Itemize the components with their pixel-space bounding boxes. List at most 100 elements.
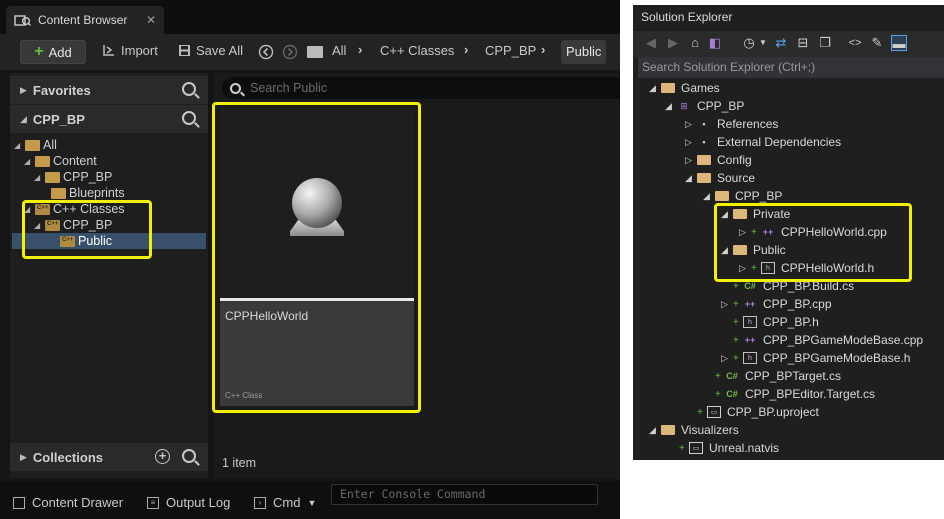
folder-icon — [35, 155, 50, 167]
breadcrumb-cpp-classes[interactable]: C++ Classes — [380, 43, 454, 58]
cpp-file-icon: ++ — [744, 299, 756, 309]
search-icon[interactable] — [182, 111, 196, 125]
expand-arrow-icon[interactable]: ▷ — [721, 353, 733, 364]
solution-tree-label: References — [717, 117, 779, 131]
solution-tree-item[interactable]: + C# CPP_BPEditor.Target.cs — [703, 385, 875, 403]
folder-icon — [697, 173, 711, 183]
collapse-all-icon[interactable]: ⊟ — [795, 35, 811, 51]
expand-arrow-icon: ◢ — [14, 140, 21, 150]
add-collection-icon[interactable]: + — [155, 449, 170, 464]
save-all-button[interactable]: Save All — [178, 43, 243, 58]
back-icon[interactable] — [258, 44, 274, 60]
expand-arrow-icon[interactable]: ◢ — [649, 83, 661, 94]
favorites-header[interactable]: ▶ Favorites — [10, 76, 208, 104]
expand-arrow-icon: ◢ — [24, 156, 31, 166]
back-icon[interactable]: ◀ — [643, 35, 659, 51]
solution-tree-item[interactable]: ◢ Visualizers — [649, 421, 739, 439]
chevron-down-icon[interactable]: ▼ — [755, 35, 771, 51]
search-icon[interactable] — [182, 82, 196, 96]
breadcrumb-public[interactable]: Public — [561, 40, 607, 64]
import-button[interactable]: Import — [102, 43, 158, 58]
solution-tree-item[interactable]: ◢ Source — [685, 169, 755, 187]
solution-tree-item[interactable]: ▷ ▪ External Dependencies — [685, 133, 841, 151]
breadcrumb-cpp-bp[interactable]: CPP_BP — [485, 43, 536, 58]
solution-tree-item[interactable]: ◢ Games — [649, 79, 720, 97]
expand-arrow-icon[interactable]: ▷ — [685, 137, 697, 148]
pending-add-icon: + — [733, 334, 739, 346]
add-button-label: Add — [48, 44, 72, 60]
terminal-icon: › — [254, 496, 266, 509]
code-view-icon[interactable]: <> — [847, 35, 863, 51]
show-all-files-icon[interactable]: ❐ — [817, 35, 833, 51]
solution-tree-label: CPP_BP.uproject — [727, 405, 819, 419]
close-icon[interactable]: ✕ — [146, 13, 156, 27]
breadcrumb-all[interactable]: All — [332, 43, 346, 58]
forward-icon[interactable]: ▶ — [665, 35, 681, 51]
content-drawer-button[interactable]: Content Drawer — [13, 495, 123, 510]
tab-content-browser[interactable]: Content Browser ✕ — [6, 6, 164, 34]
tree-item-blueprints[interactable]: Blueprints — [51, 185, 125, 201]
tree-label: Content — [53, 154, 97, 168]
solution-search-input[interactable]: Search Solution Explorer (Ctrl+;) — [638, 57, 944, 78]
solution-tree-item[interactable]: ◢ ⊞ CPP_BP — [665, 97, 744, 115]
references-icon: ▪ — [702, 137, 706, 147]
expand-arrow-icon[interactable]: ◢ — [649, 425, 661, 436]
properties-icon[interactable]: ✎ — [869, 35, 885, 51]
tree-item-content[interactable]: ◢ Content — [24, 153, 97, 169]
item-count: 1 item — [222, 456, 257, 470]
cmd-dropdown[interactable]: › Cmd ▼ — [254, 495, 316, 510]
expand-arrow-icon[interactable]: ▷ — [685, 155, 697, 166]
solution-tree-item[interactable]: + C# CPP_BPTarget.cs — [703, 367, 841, 385]
expand-arrow-icon[interactable]: ◢ — [703, 191, 715, 202]
solution-tree-item[interactable]: ▷ + ++ CPP_BP.cpp — [721, 295, 832, 313]
project-header[interactable]: ◢ CPP_BP — [10, 105, 208, 133]
solution-tree-item[interactable]: ▷ + h CPP_BPGameModeBase.h — [721, 349, 910, 367]
breadcrumb-separator-icon: › — [358, 42, 363, 57]
solution-tree-item[interactable]: + h CPP_BP.h — [721, 313, 819, 331]
solution-tree-item[interactable]: + ▭ CPP_BP.uproject — [685, 403, 819, 421]
vs-switch-view-icon[interactable]: ◧ — [707, 35, 723, 51]
solution-tree-item[interactable]: ▷ Config — [685, 151, 752, 169]
tree-item-cpp-bp-content[interactable]: ◢ CPP_BP — [34, 169, 112, 185]
tree-item-all[interactable]: ◢ All — [14, 137, 57, 153]
content-browser-window: Content Browser ✕ + Add Import Save All … — [0, 0, 620, 519]
search-icon[interactable] — [182, 449, 196, 463]
favorites-label: Favorites — [32, 82, 91, 98]
import-button-label: Import — [121, 43, 158, 58]
expand-arrow-icon[interactable]: ▷ — [721, 299, 733, 310]
solution-tree-item[interactable]: ▷ ▪ References — [685, 115, 778, 133]
file-icon: ▭ — [689, 442, 703, 454]
solution-tree-item[interactable]: + ▭ Unreal.natvis — [667, 439, 779, 457]
tree-label: All — [43, 138, 57, 152]
solution-tree-label: Games — [681, 81, 720, 95]
highlight-box-asset — [212, 102, 421, 413]
sync-icon[interactable]: ⇄ — [773, 35, 789, 51]
solution-tree-label: CPP_BPEditor.Target.cs — [745, 387, 876, 401]
solution-tree-label: External Dependencies — [717, 135, 842, 149]
console-command-input[interactable]: Enter Console Command — [331, 484, 598, 505]
collections-header[interactable]: ▶ Collections + — [10, 443, 208, 471]
forward-icon[interactable] — [282, 44, 298, 60]
tab-bar: Content Browser ✕ — [0, 0, 620, 34]
screenshot-root: Content Browser ✕ + Add Import Save All … — [0, 0, 944, 519]
output-log-button[interactable]: ≡ Output Log — [147, 495, 230, 510]
add-button[interactable]: + Add — [20, 40, 86, 64]
expand-arrow-icon[interactable]: ◢ — [665, 101, 677, 112]
tree-label: CPP_BP — [63, 170, 113, 184]
solution-tree-label: CPP_BP.h — [763, 315, 819, 329]
solution-tree-label: CPP_BP — [697, 99, 745, 113]
pending-add-icon: + — [733, 352, 739, 364]
preview-selected-icon[interactable]: ▬ — [891, 35, 907, 51]
asset-search-input[interactable]: Search Public — [222, 77, 620, 99]
collapsed-arrow-icon: ▶ — [20, 451, 27, 462]
tab-label: Content Browser — [38, 13, 128, 27]
folder-icon — [25, 139, 40, 151]
expand-arrow-icon[interactable]: ▷ — [685, 119, 697, 130]
breadcrumb-separator-icon: › — [464, 42, 469, 57]
home-icon[interactable]: ⌂ — [687, 35, 703, 51]
import-icon — [103, 45, 114, 56]
highlight-box-cpp-tree — [22, 200, 152, 259]
expand-arrow-icon[interactable]: ◢ — [685, 173, 697, 184]
solution-explorer-title: Solution Explorer — [641, 10, 733, 24]
solution-tree-item[interactable]: + ++ CPP_BPGameModeBase.cpp — [721, 331, 923, 349]
